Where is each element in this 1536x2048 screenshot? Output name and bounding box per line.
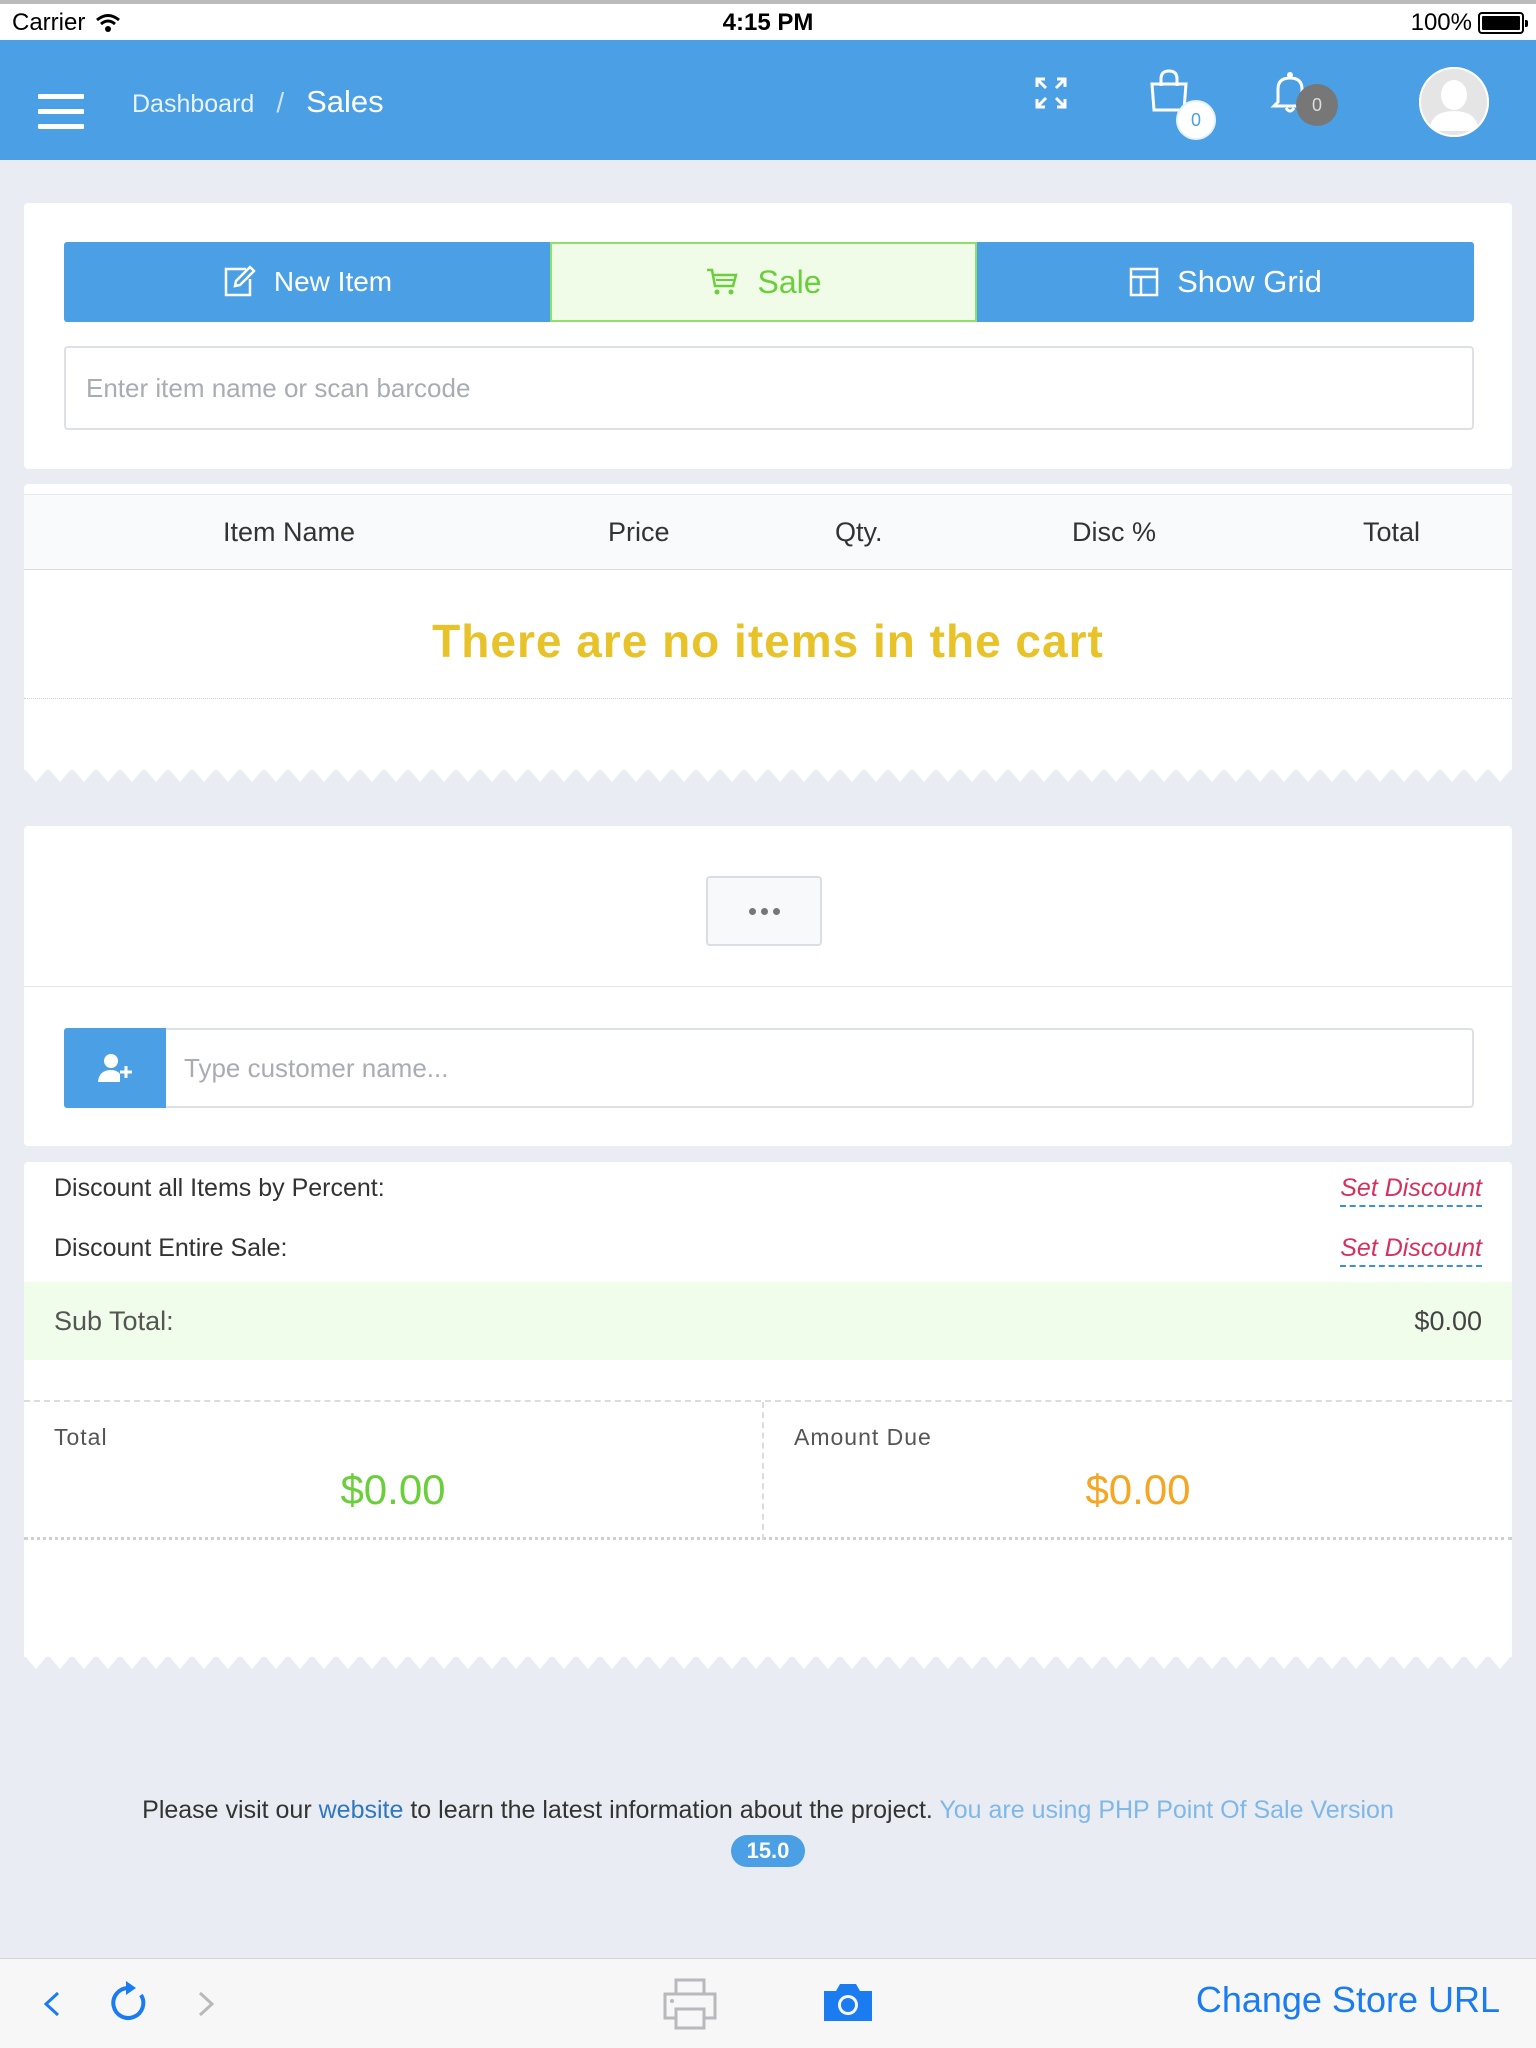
sale-label: Sale — [757, 263, 822, 300]
battery-icon — [1478, 12, 1528, 34]
amount-due-label: Amount Due — [794, 1424, 932, 1450]
version-badge: 15.0 — [730, 1835, 806, 1867]
total-value: $0.00 — [340, 1466, 446, 1513]
breadcrumb-separator: / — [276, 87, 285, 118]
change-store-url-button[interactable]: Change Store URL — [1196, 1979, 1500, 2021]
mode-toolbar: New Item Sale Show Grid — [64, 242, 1474, 322]
breadcrumb-dashboard[interactable]: Dashboard — [132, 90, 254, 119]
cart-table-header: Item Name Price Qty. Disc % Total — [24, 494, 1512, 570]
divider — [24, 986, 1512, 987]
total-box: Total $0.00 — [24, 1402, 764, 1540]
customer-card — [24, 826, 1512, 1146]
column-disc: Disc % — [1072, 517, 1157, 547]
set-entire-discount-link[interactable]: Set Discount — [1340, 1234, 1482, 1267]
new-item-button[interactable]: New Item — [64, 242, 550, 322]
column-price: Price — [608, 517, 670, 547]
avatar[interactable] — [1419, 67, 1489, 137]
grid-icon — [1129, 267, 1159, 297]
show-grid-button[interactable]: Show Grid — [977, 242, 1474, 322]
discount-entire-label: Discount Entire Sale: — [54, 1234, 288, 1262]
notification-count-badge: 0 — [1296, 84, 1338, 126]
customer-name-input[interactable] — [166, 1028, 1474, 1108]
breadcrumb: Dashboard / Sales — [132, 84, 384, 120]
item-entry-card: New Item Sale Show Grid — [24, 203, 1512, 469]
status-bar: Carrier 4:15 PM 100% — [0, 0, 1536, 40]
cart-icon — [707, 268, 739, 295]
forward-arrow-icon[interactable] — [196, 1989, 218, 2019]
new-item-label: New Item — [273, 266, 393, 297]
print-icon[interactable] — [662, 1977, 718, 2031]
column-item-name: Item Name — [223, 517, 356, 547]
add-customer-button[interactable] — [64, 1028, 166, 1108]
amount-due-box: Amount Due $0.00 — [764, 1402, 1512, 1540]
totals-panel: Total $0.00 Amount Due $0.00 — [24, 1400, 1512, 1540]
discount-percent-label: Discount all Items by Percent: — [54, 1174, 385, 1202]
battery-info: 100% — [1410, 9, 1528, 37]
subtotal-label: Sub Total: — [54, 1306, 174, 1336]
total-label: Total — [54, 1424, 108, 1450]
sale-button[interactable]: Sale — [550, 242, 977, 322]
cart-count-badge: 0 — [1176, 100, 1216, 140]
amount-due-value: $0.00 — [1085, 1466, 1191, 1513]
subtotal-row: Sub Total: $0.00 — [24, 1282, 1512, 1360]
page-title: Sales — [306, 84, 384, 119]
user-silhouette-icon — [1419, 67, 1489, 137]
user-plus-icon — [98, 1054, 132, 1082]
fullscreen-icon[interactable] — [1034, 76, 1068, 110]
reload-icon[interactable] — [108, 1979, 150, 2025]
column-qty: Qty. — [835, 517, 883, 547]
app-header: Dashboard / Sales 0 0 — [0, 40, 1536, 160]
edit-icon — [224, 265, 256, 297]
footer-text-after: to learn the latest information about th… — [410, 1796, 933, 1824]
empty-cart-message: There are no items in the cart — [432, 615, 1104, 667]
show-grid-label: Show Grid — [1177, 264, 1322, 299]
version-text: You are using PHP Point Of Sale Version — [939, 1796, 1394, 1824]
summary-card: Discount all Items by Percent: Set Disco… — [24, 1162, 1512, 1672]
more-options-button[interactable] — [706, 876, 822, 946]
zigzag-edge — [24, 1655, 1512, 1671]
subtotal-value: $0.00 — [1414, 1306, 1482, 1336]
zigzag-edge — [24, 768, 1512, 784]
bottom-toolbar: Change Store URL — [0, 1958, 1536, 2048]
page-footer: Please visit our website to learn the la… — [0, 1796, 1536, 1867]
footer-text-before: Please visit our — [142, 1796, 312, 1824]
divider — [24, 698, 1512, 699]
camera-icon[interactable] — [822, 1981, 874, 2023]
back-arrow-icon[interactable] — [40, 1989, 62, 2019]
website-link[interactable]: website — [319, 1796, 404, 1824]
battery-percent: 100% — [1410, 9, 1472, 36]
set-percent-discount-link[interactable]: Set Discount — [1340, 1174, 1482, 1207]
clock: 4:15 PM — [722, 9, 814, 36]
item-search-input[interactable] — [64, 346, 1474, 430]
cart-card: Item Name Price Qty. Disc % Total There … — [24, 484, 1512, 784]
column-total: Total — [1363, 517, 1421, 547]
menu-icon[interactable] — [38, 94, 84, 130]
customer-search — [64, 1028, 1474, 1108]
